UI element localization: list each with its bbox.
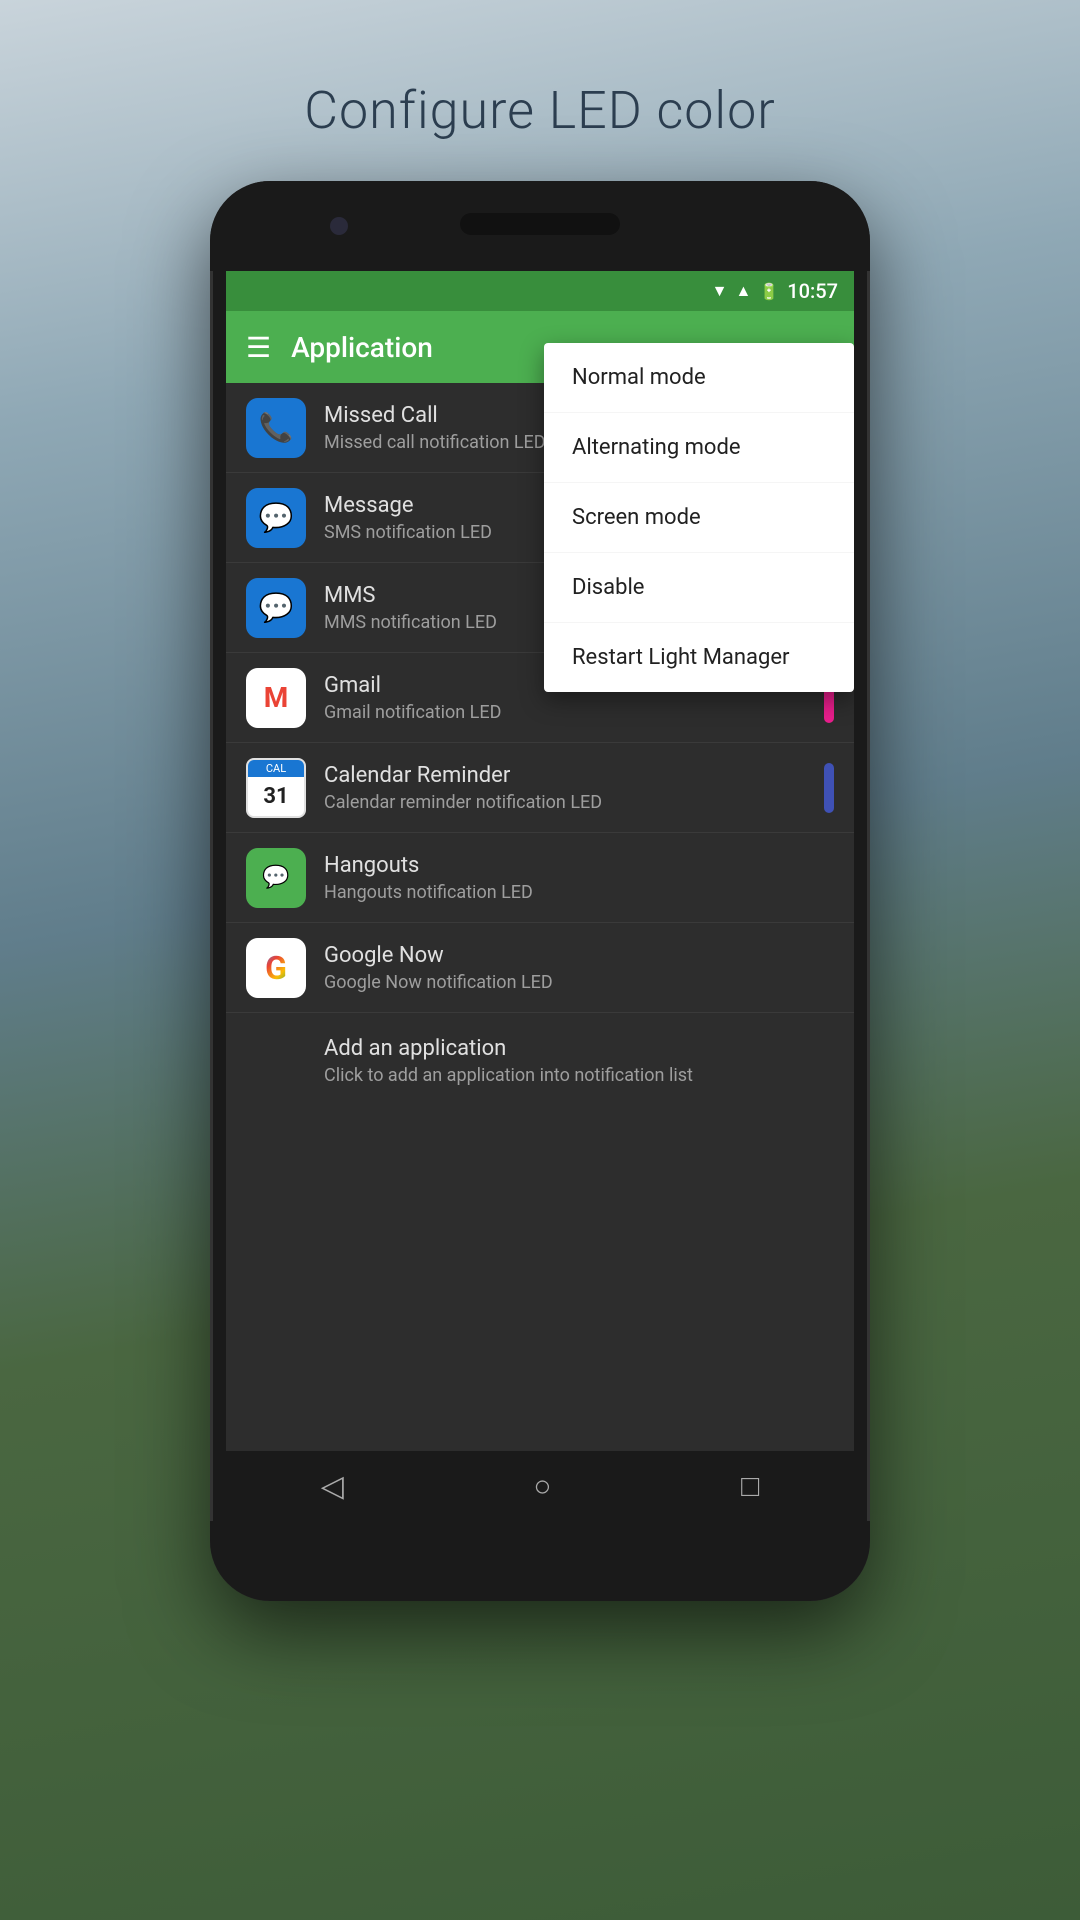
googlenow-icon: G xyxy=(246,938,306,998)
hangouts-icon: 💬 xyxy=(246,848,306,908)
add-application-item[interactable]: Add an application Click to add an appli… xyxy=(226,1013,854,1109)
back-button[interactable]: ◁ xyxy=(291,1459,374,1514)
home-button[interactable]: ○ xyxy=(503,1459,581,1514)
calendar-led xyxy=(824,763,834,813)
googlenow-text: Google Now Google Now notification LED xyxy=(324,943,834,993)
battery-icon: 🔋 xyxy=(759,282,779,301)
hamburger-icon[interactable]: ☰ xyxy=(246,331,271,364)
gmail-icon: M xyxy=(246,668,306,728)
phone-camera xyxy=(330,217,348,235)
calendar-title: Calendar Reminder xyxy=(324,763,814,788)
list-item-googlenow[interactable]: G Google Now Google Now notification LED xyxy=(226,923,854,1013)
status-time: 10:57 xyxy=(787,279,838,303)
googlenow-subtitle: Google Now notification LED xyxy=(324,972,834,993)
calendar-text: Calendar Reminder Calendar reminder noti… xyxy=(324,763,814,813)
hangouts-text: Hangouts Hangouts notification LED xyxy=(324,853,834,903)
signal-icon: ▲ xyxy=(735,281,751,301)
bottom-nav: ◁ ○ □ xyxy=(226,1451,854,1521)
dropdown-item-alternating[interactable]: Alternating mode xyxy=(544,413,854,483)
add-item-title: Add an application xyxy=(324,1036,834,1061)
dropdown-item-disable[interactable]: Disable xyxy=(544,553,854,623)
wifi-icon: ▼ xyxy=(712,281,728,301)
dropdown-menu: Normal mode Alternating mode Screen mode… xyxy=(544,343,854,692)
cal-number: 31 xyxy=(248,777,304,816)
phone-top-bezel xyxy=(210,181,870,271)
cal-header: CAL xyxy=(248,760,304,777)
dropdown-item-normal[interactable]: Normal mode xyxy=(544,343,854,413)
gmail-subtitle: Gmail notification LED xyxy=(324,702,814,723)
phone-frame: ▼ ▲ 🔋 10:57 ☰ Application Normal mode Al… xyxy=(210,181,870,1601)
list-item-calendar[interactable]: CAL 31 Calendar Reminder Calendar remind… xyxy=(226,743,854,833)
phone-speaker xyxy=(460,213,620,235)
status-icons: ▼ ▲ 🔋 10:57 xyxy=(712,279,838,303)
hangouts-title: Hangouts xyxy=(324,853,834,878)
calendar-subtitle: Calendar reminder notification LED xyxy=(324,792,814,813)
message-icon: 💬 xyxy=(246,488,306,548)
hangouts-subtitle: Hangouts notification LED xyxy=(324,882,834,903)
mms-icon: 💬 xyxy=(246,578,306,638)
add-icon-space xyxy=(246,1031,306,1091)
add-item-subtitle: Click to add an application into notific… xyxy=(324,1065,834,1086)
page-title: Configure LED color xyxy=(304,80,776,141)
status-bar: ▼ ▲ 🔋 10:57 xyxy=(226,271,854,311)
missed-call-icon: 📞 xyxy=(246,398,306,458)
recents-button[interactable]: □ xyxy=(711,1459,789,1514)
dropdown-item-screen[interactable]: Screen mode xyxy=(544,483,854,553)
calendar-icon: CAL 31 xyxy=(246,758,306,818)
dropdown-item-restart[interactable]: Restart Light Manager xyxy=(544,623,854,692)
phone-screen: ▼ ▲ 🔋 10:57 ☰ Application Normal mode Al… xyxy=(226,271,854,1521)
list-item-hangouts[interactable]: 💬 Hangouts Hangouts notification LED xyxy=(226,833,854,923)
phone-bottom-bezel xyxy=(210,1521,870,1601)
add-item-text: Add an application Click to add an appli… xyxy=(324,1036,834,1086)
googlenow-title: Google Now xyxy=(324,943,834,968)
